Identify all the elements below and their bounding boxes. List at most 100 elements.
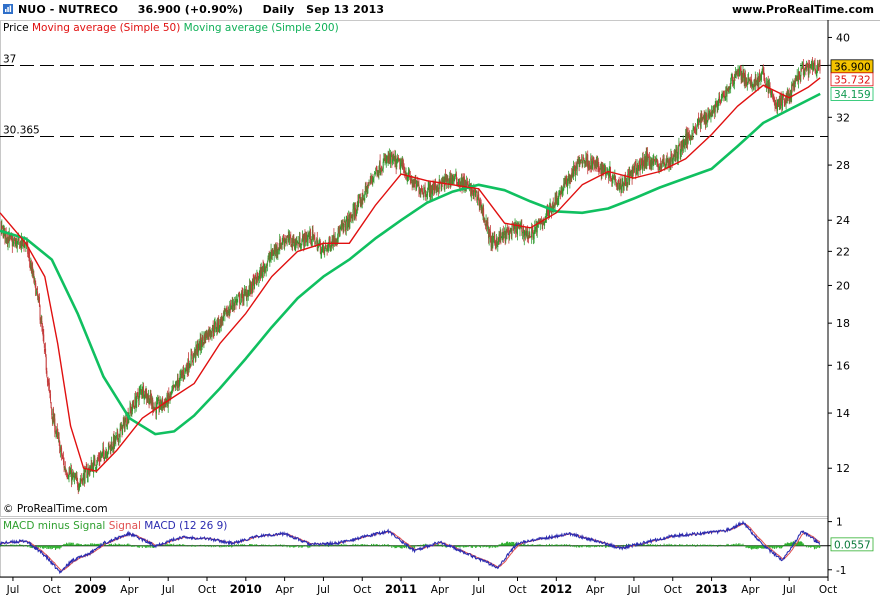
time-tick-label: Jul (782, 584, 796, 596)
time-tick-label: 2011 (385, 582, 417, 596)
time-tick-label: Oct (508, 584, 526, 596)
candle-body (781, 97, 783, 110)
time-tick-label: Apr (741, 584, 760, 596)
price-tick-label: 16 (836, 359, 850, 372)
candle-body (373, 175, 375, 178)
candle-body (46, 370, 48, 377)
time-tick-label: Apr (276, 584, 295, 596)
time-tick-label: 2013 (696, 582, 728, 596)
time-tick-label: Apr (431, 584, 450, 596)
candle-body (191, 354, 193, 360)
candle-body (819, 60, 821, 71)
candle-body (314, 237, 316, 245)
candle-body (605, 174, 607, 176)
candle-body (339, 228, 341, 236)
price-tick-label: 12 (836, 462, 850, 475)
candle-body (48, 382, 50, 389)
candle-body (290, 237, 292, 244)
candle-body (35, 289, 37, 295)
price-chart[interactable]: 3730.365 403732282422201816141236.90035.… (0, 0, 880, 600)
candle-body (202, 336, 204, 341)
candle-body (801, 69, 803, 70)
candle-body (190, 354, 192, 367)
time-tick-label: 2010 (230, 582, 262, 596)
ma200-value-tag-label: 34.159 (834, 89, 871, 101)
time-tick-label: Oct (664, 584, 682, 596)
macd-panel: 1 -1 0.0557 (0, 517, 874, 577)
candle-body (51, 408, 53, 415)
candle-body (96, 464, 98, 468)
candle-body (310, 229, 311, 241)
macd-tick-label: 1 (836, 517, 843, 529)
reference-line-label: 37 (3, 54, 16, 66)
candle-body (117, 431, 119, 439)
time-tick-label: Jul (316, 584, 330, 596)
macd-value-label: 0.0557 (834, 539, 871, 551)
candle-body (511, 225, 513, 236)
price-panel-frame (0, 20, 829, 517)
time-tick-label: Oct (819, 584, 837, 596)
price-tick-label: 40 (836, 31, 850, 44)
time-tick-label: Oct (43, 584, 61, 596)
candle-body (13, 241, 15, 244)
candle-body (29, 254, 31, 262)
time-tick-label: Jul (161, 584, 175, 596)
candle-body (94, 458, 96, 467)
time-tick-label: Oct (198, 584, 216, 596)
candle-body (322, 244, 324, 251)
candle-body (529, 233, 531, 236)
price-tick-label: 22 (836, 245, 850, 258)
candle-body (663, 158, 665, 163)
time-tick-label: Jul (6, 584, 20, 596)
time-tick-label: Apr (586, 584, 605, 596)
reference-line-label: 30.365 (3, 125, 40, 137)
candle-body (239, 294, 241, 304)
candle-body (677, 146, 679, 159)
candle-body (237, 297, 239, 299)
candle-body (809, 62, 811, 65)
candle-body (634, 165, 636, 170)
candle-body (124, 421, 126, 429)
candle-body (484, 219, 486, 223)
candle-body (108, 444, 110, 446)
price-tick-label: 32 (836, 111, 850, 124)
ma50-value-tag-label: 35.732 (834, 74, 871, 86)
candle-body (50, 402, 52, 408)
candle-body (266, 262, 268, 266)
candles (0, 56, 821, 495)
ma200-line (0, 92, 821, 436)
candle-body (300, 246, 302, 249)
candle-body (319, 241, 321, 254)
price-tick-label: 24 (836, 214, 850, 227)
candle-body (382, 161, 384, 169)
candle-body (43, 334, 45, 343)
candle-body (487, 222, 489, 226)
time-tick-label: Apr (120, 584, 139, 596)
candle-body (772, 91, 774, 95)
last-price-tag-label: 36.900 (834, 61, 871, 73)
price-axis: 403732282422201816141236.90035.73234.159 (828, 31, 874, 475)
time-axis: Jul Oct 2009 Apr Jul Oct 2010 Apr Jul Oct 2011 Apr J… (0, 576, 837, 596)
candle-body (43, 343, 45, 348)
candle-body (50, 393, 52, 401)
candle-body (325, 245, 327, 248)
candle-body (358, 199, 360, 207)
price-tick-label: 14 (836, 407, 850, 420)
candle-body (343, 224, 345, 228)
price-tick-label: 20 (836, 279, 850, 292)
candle-body (497, 245, 499, 248)
candle-body (454, 176, 456, 178)
candle-body (610, 177, 612, 178)
candle-body (623, 185, 625, 191)
candle-body (706, 114, 708, 120)
candle-body (748, 77, 750, 79)
price-tick-label: 28 (836, 159, 850, 172)
candle-body (211, 331, 213, 337)
candle-body (315, 241, 317, 245)
candle-body (286, 238, 288, 241)
candle-body (352, 209, 354, 219)
candle-body (599, 169, 601, 171)
candle-body (213, 323, 215, 332)
time-tick-label: Jul (471, 584, 485, 596)
time-tick-label: 2012 (540, 582, 572, 596)
